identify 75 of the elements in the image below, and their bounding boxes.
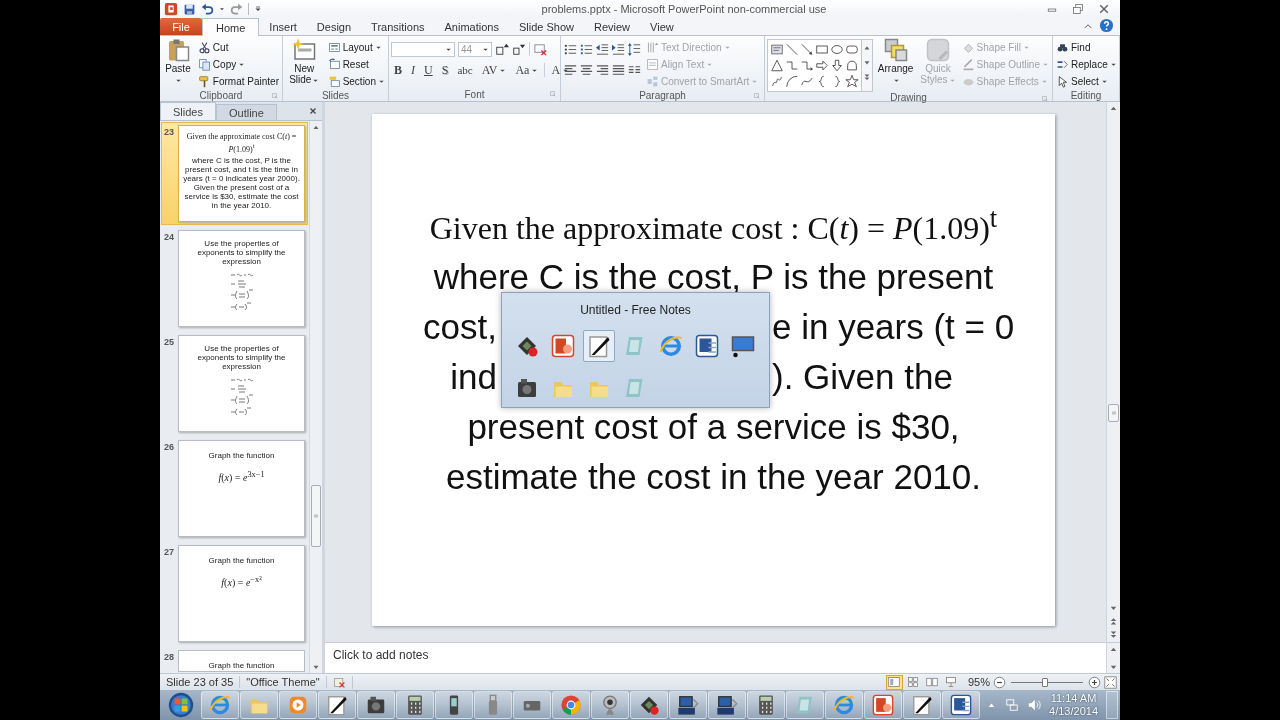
thumbnail-row[interactable]: 26 Graph the function f(x) = e$^{3x−1}$ — [162, 438, 307, 539]
select-button[interactable]: Select — [1055, 73, 1118, 89]
group-label: Clipboard — [199, 89, 243, 101]
reset-button[interactable]: Reset — [326, 56, 386, 72]
copy-button[interactable]: Copy — [196, 56, 280, 72]
arrange-button[interactable]: Arrange — [876, 38, 916, 88]
ribbon-tab[interactable]: Transitions — [361, 18, 435, 35]
group-label: Drawing — [890, 92, 927, 103]
thumbnail-text: where C is the cost, P is the present cost, and t is the time in years (t = 0 indicates year 2000). Given the present cost of a service is $30, estimate the cost in the year 2010. — [182, 154, 301, 210]
notes-placeholder[interactable]: Click to add notes — [333, 648, 429, 662]
slide-number: 26 — [164, 441, 175, 454]
thumbnail-formula: f(x) = e$^{−x²}$ — [220, 575, 263, 589]
layout-button[interactable]: Layout — [326, 39, 386, 55]
font-style-button[interactable]: I — [408, 61, 418, 79]
body-text: cost, — [422, 305, 498, 348]
body-text: present cost of a service is $30, — [467, 406, 960, 446]
thumbnail-row[interactable]: 24 Use the properties of exponents to simplify the expression — [162, 228, 307, 329]
font-style-button[interactable]: U — [421, 61, 436, 79]
cut-button[interactable]: Cut — [196, 39, 280, 55]
zoom-level[interactable]: 95% — [967, 676, 990, 688]
slide-thumbnail[interactable]: Graph the function f(x) = e$^{−x²}$ — [178, 545, 305, 642]
slide-number: 27 — [164, 546, 175, 559]
new-slide-button[interactable]: New Slide — [285, 38, 324, 88]
slide-number: 28 — [164, 651, 175, 664]
pane-tab[interactable]: Slides — [160, 102, 216, 120]
body-text: e in years (t = 0 — [771, 305, 1016, 348]
format-painter-button[interactable]: Format Painter — [196, 73, 280, 89]
font-style-button[interactable]: S — [438, 61, 452, 79]
body-text: where C is the cost, P is the present — [433, 256, 994, 296]
ribbon-tab[interactable]: Animations — [434, 18, 509, 35]
body-text: ). Given the — [771, 355, 954, 398]
group-label: Slides — [321, 89, 350, 101]
font-style-button[interactable]: Aa — [512, 61, 542, 79]
thumbnail-row[interactable]: 25 Use the properties of exponents to simplify the expression — [162, 333, 307, 434]
slide-thumbnail[interactable]: Graph the function f(x) = e$^{3x−1}$ — [178, 440, 305, 537]
theme-name: "Office Theme" — [240, 676, 327, 688]
slide-number: 25 — [164, 336, 175, 349]
paste-button[interactable]: Paste — [162, 38, 194, 88]
slide-number: 24 — [164, 231, 175, 244]
slide-thumbnail[interactable]: Use the properties of exponents to simplify the expression — [178, 230, 305, 327]
find-button[interactable]: Find — [1055, 39, 1118, 55]
slide-counter: Slide 23 of 35 — [160, 676, 241, 688]
thumbnail-formula: f(x) = e$^{3x−1}$ — [217, 470, 266, 484]
group-label: Font — [464, 88, 485, 100]
slide-title: Given the approximate cost : C(t) = P(1.09)$^{t}$ — [429, 202, 998, 248]
ribbon-tab[interactable]: Slide Show — [508, 18, 584, 35]
thumbnail-title: Use the properties of exponents to simplify the expression — [196, 238, 287, 266]
group-label: Paragraph — [639, 89, 686, 101]
slide-thumbnail[interactable]: Use the properties of exponents to simplify the expression — [178, 335, 305, 432]
body-text: ind — [449, 355, 498, 398]
thumbnail-title: Use the properties of exponents to simplify the expression — [196, 343, 287, 371]
group-label: Editing — [1070, 89, 1102, 101]
font-style-button[interactable]: B — [391, 61, 405, 79]
thumbnail-row[interactable]: 27 Graph the function f(x) = e$^{−x²}$ — [162, 543, 307, 644]
ribbon-tab[interactable]: Design — [306, 18, 362, 35]
ribbon-tab[interactable]: Home — [202, 18, 260, 36]
thumbnail-title: Graph the function — [207, 450, 276, 460]
ribbon-tab[interactable]: Insert — [259, 18, 307, 35]
font-style-button[interactable]: abc — [454, 61, 476, 79]
window-title: problems.pptx - Microsoft PowerPoint non-commercial use — [540, 3, 828, 15]
body-text: estimate the cost in the year 2010. — [445, 456, 981, 496]
thumbnail-title: Graph the function — [207, 555, 276, 565]
popup-title: Untitled - Free Notes — [580, 303, 691, 317]
font-style-button[interactable]: A — [548, 61, 573, 79]
replace-button[interactable]: Replace — [1055, 56, 1118, 72]
section-button[interactable]: Section — [326, 73, 386, 89]
font-style-button[interactable]: AV — [478, 61, 510, 79]
thumbnail-row[interactable]: 28 Graph the function — [162, 648, 307, 673]
ribbon-tab[interactable]: View — [640, 18, 684, 35]
pane-tab[interactable]: Outline — [215, 104, 277, 120]
thumbnail-title: Given the approximate cost C(t) = P(1.09)$^{t}$ — [185, 132, 298, 154]
slide-number: 23 — [164, 126, 175, 139]
slide-thumbnail[interactable]: Graph the function — [178, 650, 305, 672]
ribbon-tab[interactable]: Review — [583, 18, 641, 35]
file-menu-button[interactable]: File — [160, 18, 202, 35]
